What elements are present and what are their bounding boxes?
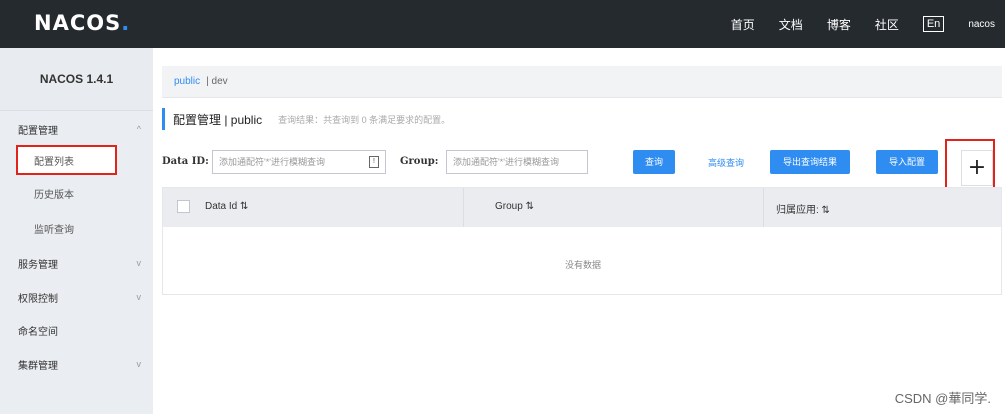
watermark: CSDN @華同学. bbox=[894, 391, 991, 406]
namespace-bar: public | dev bbox=[162, 66, 1002, 98]
info-icon[interactable]: ! bbox=[369, 156, 379, 168]
namespace-dev[interactable]: | dev bbox=[206, 76, 228, 87]
logo-dot: . bbox=[121, 11, 131, 35]
menu-service-management[interactable]: 服务管理 v bbox=[0, 248, 153, 278]
select-all-checkbox[interactable] bbox=[177, 200, 190, 213]
menu-namespace[interactable]: 命名空间 bbox=[0, 315, 153, 345]
chevron-down-icon: v bbox=[136, 292, 142, 302]
config-table: Data Id ⇅ Group ⇅ 归属应用: ⇅ 没有数据 bbox=[162, 187, 1002, 295]
group-input[interactable]: 添加通配符'*'进行模糊查询 bbox=[446, 150, 588, 174]
page-title-text: 配置管理 | public bbox=[173, 112, 263, 127]
menu-label: 监听查询 bbox=[34, 224, 74, 236]
menu-label: 服务管理 bbox=[18, 259, 58, 271]
menu-label: 命名空间 bbox=[18, 326, 58, 338]
empty-message: 没有数据 bbox=[564, 260, 601, 270]
dataid-placeholder: 添加通配符'*'进行模糊查询 bbox=[219, 157, 325, 167]
menu-label: 配置列表 bbox=[34, 156, 74, 168]
import-button[interactable]: 导入配置 bbox=[876, 150, 938, 174]
chevron-up-icon: ^ bbox=[136, 124, 141, 134]
dataid-input[interactable]: 添加通配符'*'进行模糊查询 ! bbox=[212, 150, 386, 174]
top-navbar: NACOS. 首页 文档 博客 社区 En nacos bbox=[0, 0, 1005, 48]
table-header: Data Id ⇅ Group ⇅ 归属应用: ⇅ bbox=[163, 188, 1001, 227]
chevron-down-icon: v bbox=[136, 258, 142, 268]
menu-label: 配置管理 bbox=[18, 125, 58, 137]
sidebar: NACOS 1.4.1 配置管理 ^ 配置列表 历史版本 监听查询 服务管理 v 权… bbox=[0, 48, 153, 414]
search-form: Data ID: 添加通配符'*'进行模糊查询 ! Group: 添加通配符'*… bbox=[162, 150, 1002, 174]
menu-config-list[interactable]: 配置列表 bbox=[16, 145, 117, 175]
namespace-public[interactable]: public bbox=[174, 76, 200, 87]
chevron-down-icon: v bbox=[136, 359, 142, 369]
menu-label: 权限控制 bbox=[18, 293, 58, 305]
nacos-logo[interactable]: NACOS. bbox=[34, 11, 130, 35]
nav-community[interactable]: 社区 bbox=[875, 16, 899, 33]
menu-label: 集群管理 bbox=[18, 360, 58, 372]
menu-listener-query[interactable]: 监听查询 bbox=[0, 213, 153, 243]
group-label: Group: bbox=[400, 156, 439, 167]
nav-blog[interactable]: 博客 bbox=[827, 16, 851, 33]
version-label: NACOS 1.4.1 bbox=[0, 48, 153, 111]
query-button[interactable]: 查询 bbox=[633, 150, 675, 174]
export-button[interactable]: 导出查询结果 bbox=[770, 150, 850, 174]
user-name[interactable]: nacos bbox=[968, 19, 995, 30]
menu-cluster-management[interactable]: 集群管理 v bbox=[0, 349, 153, 379]
page-title: 配置管理 | public 查询结果：共查询到 0 条满足要求的配置。 bbox=[162, 108, 450, 130]
menu-access-control[interactable]: 权限控制 v bbox=[0, 282, 153, 312]
col-app[interactable]: 归属应用: ⇅ bbox=[776, 201, 830, 216]
query-result-hint: 查询结果：共查询到 0 条满足要求的配置。 bbox=[278, 114, 451, 125]
nav-home[interactable]: 首页 bbox=[731, 16, 755, 33]
menu-history[interactable]: 历史版本 bbox=[0, 178, 153, 208]
advanced-query-link[interactable]: 高级查询 bbox=[708, 156, 744, 169]
nav-docs[interactable]: 文档 bbox=[779, 16, 803, 33]
add-config-button[interactable]: + bbox=[961, 150, 993, 186]
menu-config-management[interactable]: 配置管理 ^ bbox=[0, 114, 153, 144]
group-placeholder: 添加通配符'*'进行模糊查询 bbox=[453, 157, 559, 167]
logo-text: NACOS bbox=[34, 11, 122, 35]
col-data-id[interactable]: Data Id ⇅ bbox=[205, 201, 248, 212]
col-group[interactable]: Group ⇅ bbox=[495, 201, 534, 212]
dataid-label: Data ID: bbox=[162, 156, 209, 167]
language-switch[interactable]: En bbox=[922, 16, 945, 32]
menu-label: 历史版本 bbox=[34, 189, 74, 201]
